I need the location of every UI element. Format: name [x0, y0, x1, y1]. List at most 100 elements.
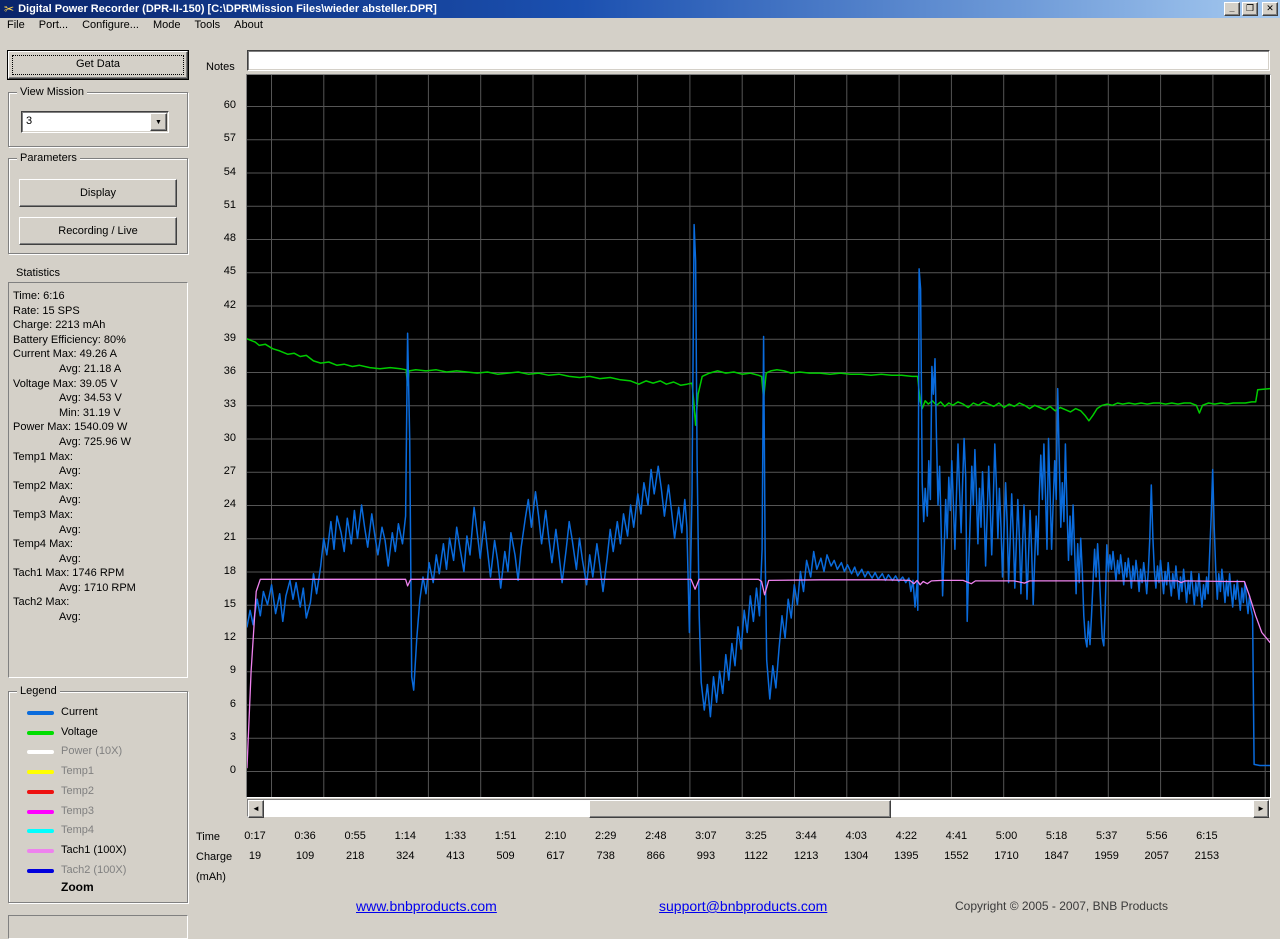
legend-item-temp4[interactable]: Temp4	[9, 823, 187, 839]
charge-tick-label: 2153	[1194, 850, 1220, 862]
legend-item-label: Power (10X)	[61, 745, 123, 758]
charge-tick-label: 1213	[793, 850, 819, 862]
support-email-link[interactable]: support@bnbproducts.com	[659, 898, 827, 914]
statistics-line: Avg:	[59, 611, 81, 624]
time-tick-label: 4:22	[895, 830, 918, 842]
legend-label: Legend	[17, 685, 60, 697]
scroll-right-arrow-icon[interactable]: ►	[1253, 800, 1269, 818]
app-icon: ✂	[4, 2, 15, 16]
y-axis-tick-label: 3	[229, 730, 236, 743]
y-axis-tick-label: 39	[223, 331, 236, 344]
charge-tick-label: 413	[446, 850, 465, 862]
time-tick-label: 4:03	[845, 830, 867, 842]
time-tick-label: 5:56	[1146, 830, 1168, 842]
time-tick-label: 1:51	[494, 830, 517, 842]
time-tick-label: 3:07	[695, 830, 717, 842]
window-title: Digital Power Recorder (DPR-II-150) [C:\…	[18, 3, 437, 15]
charge-tick-label: 617	[546, 850, 565, 862]
notes-input[interactable]	[247, 50, 1270, 71]
y-axis-tick-label: 30	[223, 431, 236, 444]
charge-tick-label: 324	[396, 850, 415, 862]
time-tick-label: 0:55	[344, 830, 366, 842]
chevron-down-icon[interactable]: ▼	[150, 113, 167, 131]
menu-item-configure[interactable]: Configure...	[75, 18, 146, 33]
charge-tick-label: 1395	[894, 850, 919, 862]
menu-item-about[interactable]: About	[227, 18, 270, 33]
legend-item-voltage[interactable]: Voltage	[9, 725, 187, 741]
y-axis-tick-label: 60	[223, 99, 236, 111]
chart-horizontal-scrollbar[interactable]: ◄ ►	[247, 799, 1270, 818]
menu-item-tools[interactable]: Tools	[187, 18, 227, 33]
charge-tick-label: 19	[248, 850, 262, 862]
scroll-left-arrow-icon[interactable]: ◄	[248, 800, 264, 818]
legend-item-temp2[interactable]: Temp2	[9, 784, 187, 800]
temp3-color-swatch-icon	[27, 809, 54, 814]
mission-selected-value: 3	[26, 115, 33, 127]
y-axis-tick-label: 9	[229, 664, 236, 677]
statistics-line: Temp3 Max:	[13, 508, 73, 521]
statistics-line: Avg: 725.96 W	[59, 435, 131, 448]
time-tick-label: 6:15	[1196, 830, 1218, 842]
y-axis-labels: 60 57 54 51 48 45 42 39 36 33 30 27 24 21 18 15 12 9 6 3 0	[196, 75, 241, 797]
legend-group: Legend Current Voltage Power (10X) Temp1 Tem…	[8, 685, 188, 903]
y-axis-tick-label: 15	[223, 597, 236, 610]
legend-item-label: Temp2	[61, 784, 95, 797]
legend-item-temp3[interactable]: Temp3	[9, 804, 187, 820]
legend-item-tach2[interactable]: Tach2 (100X)	[9, 863, 187, 879]
time-tick-label: 1:33	[444, 830, 467, 842]
view-mission-label: View Mission	[17, 86, 87, 98]
charge-tick-label: 509	[496, 850, 515, 862]
copyright-text: Copyright © 2005 - 2007, BNB Products	[955, 899, 1168, 913]
legend-item-tach1[interactable]: Tach1 (100X)	[9, 843, 187, 859]
charge-tick-label: 1847	[1044, 850, 1069, 862]
legend-item-temp1[interactable]: Temp1	[9, 764, 187, 780]
legend-item-label: Temp4	[61, 824, 95, 837]
time-tick-label: 2:29	[594, 830, 617, 842]
view-mission-group: View Mission 3 ▼	[8, 86, 188, 147]
temp2-color-swatch-icon	[27, 789, 54, 794]
y-axis-tick-label: 45	[223, 265, 236, 278]
get-data-button[interactable]: Get Data	[8, 51, 188, 79]
charge-tick-label: 866	[646, 850, 665, 862]
menu-item-file[interactable]: File	[0, 18, 32, 33]
restore-button[interactable]: ❐	[1242, 2, 1258, 16]
statistics-line: Tach1 Max: 1746 RPM	[13, 567, 125, 580]
close-button[interactable]: ✕	[1262, 2, 1278, 16]
charge-tick-label: 218	[346, 850, 365, 862]
time-tick-label: 0:36	[294, 830, 316, 842]
legend-item-current[interactable]: Current	[9, 705, 187, 721]
voltage-trace	[247, 338, 1270, 426]
chart-plot	[247, 75, 1270, 797]
legend-item-power[interactable]: Power (10X)	[9, 744, 187, 760]
statistics-line: Current Max: 49.26 A	[13, 348, 117, 361]
menu-item-mode[interactable]: Mode	[146, 18, 188, 33]
y-axis-tick-label: 33	[223, 398, 236, 411]
website-link[interactable]: www.bnbproducts.com	[356, 898, 497, 914]
mission-select[interactable]: 3 ▼	[21, 111, 169, 133]
parameters-group: Parameters Display Recording / Live	[8, 152, 188, 254]
time-tick-label: 5:00	[995, 830, 1018, 842]
recording-live-button[interactable]: Recording / Live	[19, 217, 177, 245]
menu-item-port[interactable]: Port...	[32, 18, 75, 33]
parameters-label: Parameters	[17, 152, 80, 164]
minimize-button[interactable]: _	[1224, 2, 1240, 16]
y-axis-tick-label: 27	[223, 464, 236, 477]
y-axis-tick-label: 54	[223, 165, 236, 178]
temp1-color-swatch-icon	[27, 770, 54, 775]
statistics-line: Avg: 1710 RPM	[59, 581, 136, 594]
y-axis-tick-label: 51	[223, 198, 236, 211]
status-panel	[8, 915, 188, 939]
statistics-line: Temp1 Max:	[13, 450, 73, 463]
statistics-line: Temp4 Max:	[13, 538, 73, 551]
statistics-line: Avg:	[59, 494, 81, 507]
display-button[interactable]: Display	[19, 179, 177, 207]
scrollbar-thumb[interactable]	[589, 800, 891, 818]
statistics-panel: Time: 6:16 Rate: 15 SPS Charge: 2213 mAh Ba…	[8, 282, 188, 678]
charge-unit-label: (mAh)	[196, 871, 226, 883]
chart-area[interactable]	[246, 74, 1271, 798]
time-tick-label: 3:25	[745, 830, 767, 842]
tach2-color-swatch-icon	[27, 868, 54, 873]
menu-bar: File Port... Configure... Mode Tools About	[0, 18, 1280, 33]
legend-item-label: Temp3	[61, 804, 95, 817]
legend-item-label: Tach1 (100X)	[61, 843, 127, 856]
